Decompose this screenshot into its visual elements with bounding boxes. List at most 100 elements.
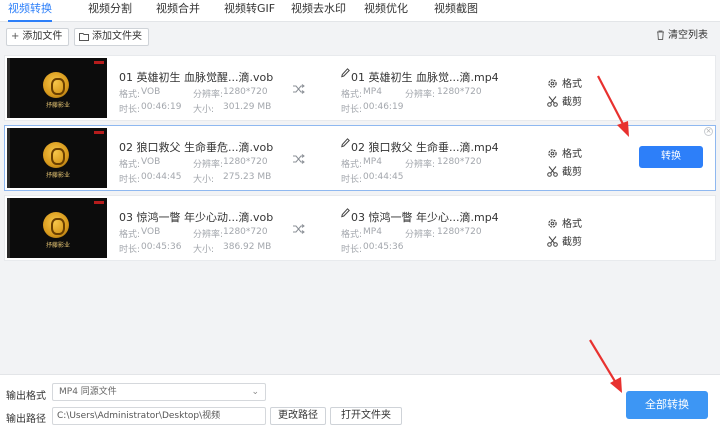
source-duration-value: 00:46:19 xyxy=(141,102,182,112)
source-resolution-label: 分辨率: xyxy=(193,90,224,100)
source-duration-label: 时长: xyxy=(119,245,141,255)
output-duration-value: 00:45:36 xyxy=(363,242,404,252)
source-file-name: 02 狼口救父 生命垂危...滴.vob xyxy=(119,141,274,154)
add-file-button[interactable]: + 添加文件 xyxy=(6,28,70,46)
convert-button[interactable]: 转换 xyxy=(639,146,703,168)
output-duration-label: 时长: xyxy=(341,245,363,255)
toolbar: + 添加文件 添加文件夹 清空列表 xyxy=(0,25,720,47)
source-resolution-label: 分辨率: xyxy=(193,230,224,240)
add-folder-label: 添加文件夹 xyxy=(92,31,142,42)
open-folder-button[interactable]: 打开文件夹 xyxy=(330,407,402,425)
video-thumbnail: 抒藤影业 xyxy=(7,198,107,258)
output-resolution-value: 1280*720 xyxy=(437,157,482,167)
output-format-label: 格式: xyxy=(341,90,363,100)
studio-logo xyxy=(43,72,69,98)
output-duration-value: 00:44:45 xyxy=(363,172,404,182)
source-format-label: 格式: xyxy=(119,160,141,170)
add-file-label: 添加文件 xyxy=(22,31,63,42)
output-resolution-value: 1280*720 xyxy=(437,87,482,97)
change-path-button[interactable]: 更改路径 xyxy=(270,407,326,425)
rename-pencil-icon[interactable] xyxy=(341,68,350,81)
file-row[interactable]: 抒藤影业 01 英雄初生 血脉觉醒...滴.vob 格式: VOB 分辨率: 1… xyxy=(4,55,716,121)
tab-video-to-gif[interactable]: 视频转GIF xyxy=(224,0,275,22)
source-size-value: 275.23 MB xyxy=(223,172,272,182)
thumbnail-caption: 抒藤影业 xyxy=(45,172,70,179)
output-path-field[interactable]: C:\Users\Administrator\Desktop\视频 xyxy=(52,407,266,425)
add-folder-button[interactable]: 添加文件夹 xyxy=(74,28,149,46)
output-format-label: 格式: xyxy=(341,160,363,170)
output-file-name[interactable]: 01 英雄初生 血脉觉...滴.mp4 xyxy=(351,69,499,85)
source-format-value: VOB xyxy=(141,227,161,237)
output-path-label: 输出路径 xyxy=(6,414,46,425)
remove-row-icon[interactable]: × xyxy=(704,127,713,136)
source-format-value: VOB xyxy=(141,87,161,97)
cut-button[interactable]: 截剪 xyxy=(547,233,582,248)
bottom-bar: 输出格式 MP4 同源文件 ⌄ 输出路径 C:\Users\Administra… xyxy=(0,374,720,427)
source-file-name: 03 惊鸿一瞥 年少心动...滴.vob xyxy=(119,211,274,224)
output-duration-value: 00:46:19 xyxy=(363,102,404,112)
source-resolution-value: 1280*720 xyxy=(223,157,268,167)
thumbnail-caption: 抒藤影业 xyxy=(45,102,70,109)
source-format-value: VOB xyxy=(141,157,161,167)
source-size-label: 大小: xyxy=(193,175,215,185)
rename-pencil-icon[interactable] xyxy=(341,208,350,221)
output-format-value: MP4 xyxy=(363,87,382,97)
output-format-value: MP4 同源文件 xyxy=(59,387,117,397)
shuffle-icon xyxy=(293,154,305,167)
source-duration-label: 时长: xyxy=(119,175,141,185)
format-setting-button[interactable]: 格式 xyxy=(547,145,582,160)
trash-icon xyxy=(656,28,665,44)
source-size-value: 386.92 MB xyxy=(223,242,272,252)
file-row[interactable]: 抒藤影业 03 惊鸿一瞥 年少心动...滴.vob 格式: VOB 分辨率: 1… xyxy=(4,195,716,261)
scissors-icon xyxy=(547,96,558,107)
source-resolution-value: 1280*720 xyxy=(223,227,268,237)
studio-logo xyxy=(43,142,69,168)
output-file-name[interactable]: 02 狼口救父 生命垂...滴.mp4 xyxy=(351,139,499,155)
cut-button[interactable]: 截剪 xyxy=(547,93,582,108)
source-size-label: 大小: xyxy=(193,245,215,255)
source-duration-label: 时长: xyxy=(119,105,141,115)
shuffle-icon xyxy=(293,84,305,97)
video-thumbnail: 抒藤影业 xyxy=(7,58,107,118)
gear-icon xyxy=(548,149,557,158)
output-duration-label: 时长: xyxy=(341,175,363,185)
output-file-name[interactable]: 03 惊鸿一瞥 年少心...滴.mp4 xyxy=(351,209,499,225)
clear-list-label: 清空列表 xyxy=(668,30,708,41)
thumbnail-caption: 抒藤影业 xyxy=(45,242,70,249)
tab-video-watermark[interactable]: 视频去水印 xyxy=(291,0,346,22)
tab-video-screenshot[interactable]: 视频截图 xyxy=(434,0,478,22)
source-file-name: 01 英雄初生 血脉觉醒...滴.vob xyxy=(119,71,274,84)
video-thumbnail: 抒藤影业 xyxy=(7,128,107,188)
tab-video-optimize[interactable]: 视频优化 xyxy=(364,0,408,22)
output-format-select[interactable]: MP4 同源文件 ⌄ xyxy=(52,383,266,401)
source-format-label: 格式: xyxy=(119,230,141,240)
file-row[interactable]: 抒藤影业 02 狼口救父 生命垂危...滴.vob 格式: VOB 分辨率: 1… xyxy=(4,125,716,191)
shuffle-icon xyxy=(293,224,305,237)
tab-video-convert[interactable]: 视频转换 xyxy=(8,0,52,22)
tab-bar: 视频转换 视频分割 视频合并 视频转GIF 视频去水印 视频优化 视频截图 xyxy=(0,0,720,22)
format-setting-button[interactable]: 格式 xyxy=(547,215,582,230)
output-duration-label: 时长: xyxy=(341,105,363,115)
tab-video-merge[interactable]: 视频合并 xyxy=(156,0,200,22)
source-size-value: 301.29 MB xyxy=(223,102,272,112)
clear-list-button[interactable]: 清空列表 xyxy=(656,28,708,46)
convert-all-button[interactable]: 全部转换 xyxy=(626,391,708,419)
scissors-icon xyxy=(547,236,558,247)
source-resolution-label: 分辨率: xyxy=(193,160,224,170)
output-resolution-label: 分辨率: xyxy=(405,90,436,100)
source-size-label: 大小: xyxy=(193,105,215,115)
output-resolution-label: 分辨率: xyxy=(405,230,436,240)
tab-video-split[interactable]: 视频分割 xyxy=(88,0,132,22)
output-resolution-label: 分辨率: xyxy=(405,160,436,170)
cut-button[interactable]: 截剪 xyxy=(547,163,582,178)
folder-icon xyxy=(79,29,89,45)
output-format-label: 格式: xyxy=(341,230,363,240)
output-format-value: MP4 xyxy=(363,157,382,167)
source-duration-value: 00:45:36 xyxy=(141,242,182,252)
gear-icon xyxy=(548,79,557,88)
source-duration-value: 00:44:45 xyxy=(141,172,182,182)
studio-logo xyxy=(43,212,69,238)
rename-pencil-icon[interactable] xyxy=(341,138,350,151)
format-setting-button[interactable]: 格式 xyxy=(547,75,582,90)
chevron-down-icon: ⌄ xyxy=(251,387,259,397)
